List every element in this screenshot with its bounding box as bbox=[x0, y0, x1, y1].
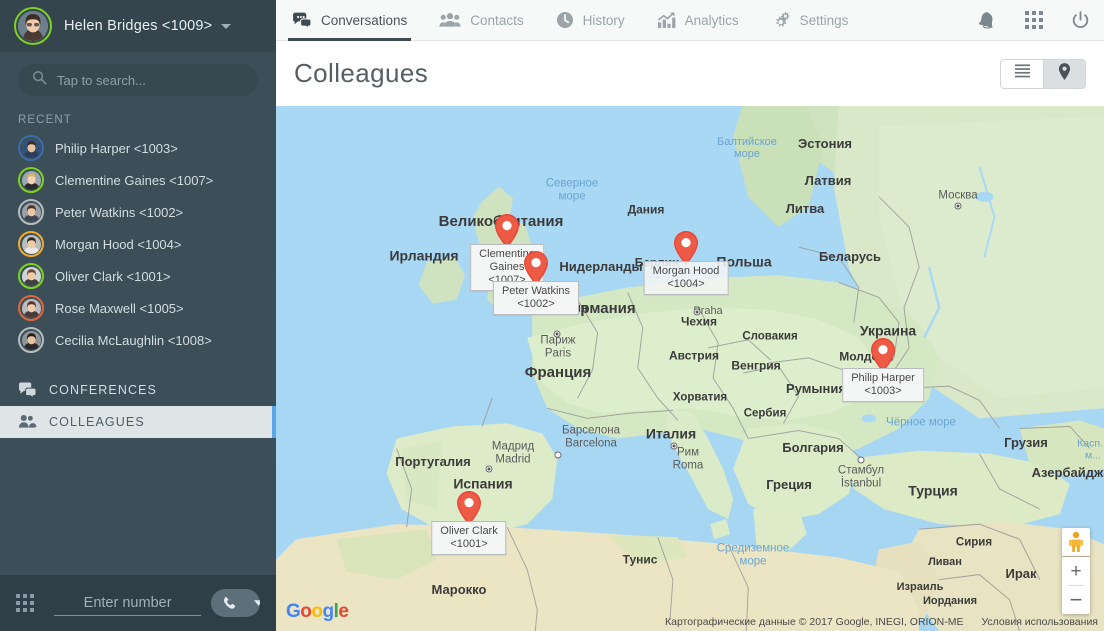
sidebar-item-conferences[interactable]: CONFERENCES bbox=[0, 374, 276, 406]
chevron-down-icon[interactable] bbox=[245, 600, 260, 606]
map-city-dot bbox=[693, 308, 701, 316]
contact-name: Rose Maxwell <1005> bbox=[55, 300, 184, 316]
people-icon bbox=[439, 12, 461, 28]
sidebar-item-label: CONFERENCES bbox=[49, 383, 157, 397]
profile-name: Helen Bridges <1009> bbox=[64, 18, 213, 34]
map-city-dot bbox=[857, 456, 865, 464]
recent-contacts-list: Philip Harper <1003> Clementine Gaines <… bbox=[0, 132, 276, 356]
avatar[interactable] bbox=[18, 167, 44, 193]
tab-analytics[interactable]: Analytics bbox=[641, 0, 755, 41]
tab-label: Conversations bbox=[321, 12, 408, 28]
tab-label: Analytics bbox=[684, 12, 739, 28]
phone-icon bbox=[211, 596, 245, 611]
street-view-pegman-icon[interactable] bbox=[1062, 528, 1090, 556]
contact-name: Peter Watkins <1002> bbox=[55, 204, 184, 220]
sidebar-item-colleagues[interactable]: COLLEAGUES bbox=[0, 406, 276, 438]
search-icon bbox=[32, 70, 48, 90]
call-button[interactable] bbox=[211, 589, 260, 617]
contact-name: Oliver Clark <1001> bbox=[55, 268, 171, 284]
recent-section-label: RECENT bbox=[18, 114, 72, 126]
map-view-icon bbox=[1058, 62, 1071, 85]
map-city-dot bbox=[954, 202, 962, 210]
tab-label: History bbox=[582, 12, 625, 28]
map-city-dot bbox=[554, 451, 562, 459]
avatar[interactable] bbox=[18, 199, 44, 225]
number-input[interactable] bbox=[54, 594, 202, 611]
contact-list-item[interactable]: Oliver Clark <1001> bbox=[0, 260, 276, 292]
map-city-dot bbox=[670, 442, 678, 450]
map-canvas[interactable]: Великобритания Ирландия Нидерланды Германия… bbox=[276, 106, 1104, 631]
terms-of-use-link[interactable]: Условия использования bbox=[981, 616, 1098, 628]
chart-arrow-icon bbox=[657, 11, 676, 29]
colleagues-group-icon bbox=[18, 414, 40, 430]
avatar[interactable] bbox=[14, 7, 52, 45]
map-zoom-controls: + − bbox=[1062, 557, 1090, 614]
tab-label: Settings bbox=[799, 12, 849, 28]
map-city-dot bbox=[485, 465, 493, 473]
contact-list-item[interactable]: Rose Maxwell <1005> bbox=[0, 292, 276, 324]
map-view-button[interactable] bbox=[1043, 59, 1085, 88]
chat-bubbles-icon bbox=[292, 12, 312, 28]
tab-history[interactable]: History bbox=[540, 0, 641, 41]
contact-list-item[interactable]: Peter Watkins <1002> bbox=[0, 196, 276, 228]
tab-settings[interactable]: Settings bbox=[755, 0, 865, 41]
search-input[interactable] bbox=[57, 72, 244, 88]
chevron-down-icon[interactable] bbox=[221, 23, 232, 29]
clock-icon bbox=[556, 11, 574, 29]
contact-list-item[interactable]: Cecilia McLaughlin <1008> bbox=[0, 324, 276, 356]
tab-contacts[interactable]: Contacts bbox=[423, 0, 539, 41]
page-header: Colleagues bbox=[276, 41, 1104, 106]
contact-name: Cecilia McLaughlin <1008> bbox=[55, 332, 212, 348]
avatar[interactable] bbox=[18, 295, 44, 321]
zoom-in-button[interactable]: + bbox=[1062, 557, 1090, 585]
contact-name: Philip Harper <1003> bbox=[55, 140, 178, 156]
search-container bbox=[0, 52, 276, 106]
keypad-grid-icon[interactable] bbox=[16, 594, 34, 612]
contact-list-item[interactable]: Clementine Gaines <1007> bbox=[0, 164, 276, 196]
zoom-out-button[interactable]: − bbox=[1062, 586, 1090, 614]
contact-list-item[interactable]: Morgan Hood <1004> bbox=[0, 228, 276, 260]
contact-list-item[interactable]: Philip Harper <1003> bbox=[0, 132, 276, 164]
top-navigation: Conversations Contacts History Analytics… bbox=[276, 0, 1104, 41]
list-view-button[interactable] bbox=[1001, 59, 1043, 88]
list-view-icon bbox=[1014, 64, 1030, 83]
map-city-dot bbox=[553, 330, 561, 338]
tab-conversations[interactable]: Conversations bbox=[276, 0, 423, 41]
power-icon[interactable] bbox=[1057, 10, 1104, 30]
sidebar-nav: CONFERENCES COLLEAGUES bbox=[0, 374, 276, 438]
dialer-bar bbox=[0, 575, 276, 631]
bell-icon[interactable] bbox=[962, 10, 1011, 30]
main-panel: Conversations Contacts History Analytics… bbox=[276, 0, 1104, 631]
map-terrain bbox=[276, 106, 1104, 631]
page-title: Colleagues bbox=[294, 58, 429, 88]
sidebar-item-label: COLLEAGUES bbox=[49, 415, 145, 429]
view-toggle bbox=[1000, 58, 1086, 89]
apps-grid-icon[interactable] bbox=[1011, 11, 1057, 29]
number-field bbox=[54, 590, 202, 616]
avatar[interactable] bbox=[18, 327, 44, 353]
gears-icon bbox=[771, 11, 791, 30]
user-profile-header[interactable]: Helen Bridges <1009> bbox=[0, 0, 276, 52]
avatar[interactable] bbox=[18, 231, 44, 257]
application-window: Helen Bridges <1009> RECENT bbox=[0, 0, 1104, 631]
conference-chat-icon bbox=[18, 382, 40, 398]
contact-name: Morgan Hood <1004> bbox=[55, 236, 182, 252]
avatar[interactable] bbox=[18, 135, 44, 161]
avatar[interactable] bbox=[18, 263, 44, 289]
sidebar: Helen Bridges <1009> RECENT bbox=[0, 0, 276, 631]
contact-name: Clementine Gaines <1007> bbox=[55, 172, 214, 188]
search-box[interactable] bbox=[18, 64, 258, 96]
tab-label: Contacts bbox=[470, 12, 524, 28]
